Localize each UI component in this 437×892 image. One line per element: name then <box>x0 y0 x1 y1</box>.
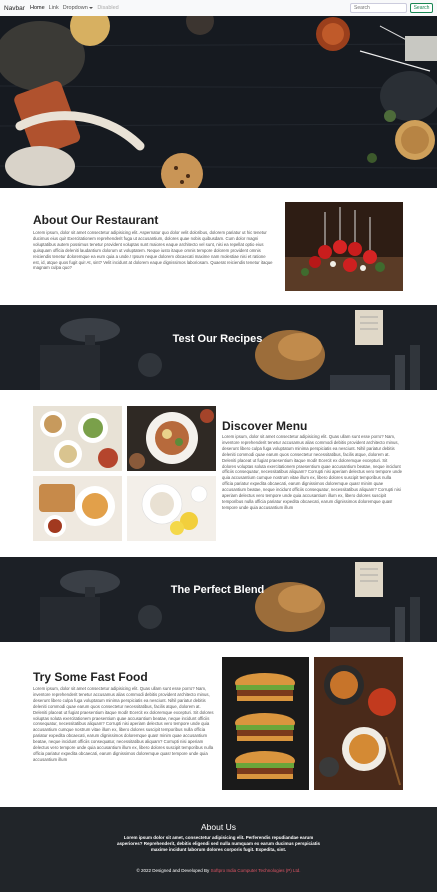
blend-banner: The Perfect Blend <box>0 557 437 642</box>
menu-image-plate <box>127 406 216 471</box>
menu-image-mezze <box>33 406 122 471</box>
about-text: Lorem ipsum, dolor sit amet consectetur … <box>33 230 273 271</box>
nav-link-link[interactable]: Link <box>49 5 59 11</box>
nav-dropdown-label: Dropdown <box>62 5 88 11</box>
navbar: Navbar Home Link Dropdown Disabled Searc… <box>0 0 437 16</box>
page: Navbar Home Link Dropdown Disabled Searc… <box>0 0 437 892</box>
menu-image-lemon <box>127 476 216 541</box>
search-input[interactable] <box>350 3 407 13</box>
recipes-banner: Test Our Recipes <box>0 305 437 390</box>
soup-bowls-image <box>314 657 403 790</box>
footer: About Us Lorem ipsum dolor sit amet, con… <box>0 807 437 892</box>
navbar-brand[interactable]: Navbar <box>4 5 25 12</box>
menu-image-pasta <box>33 476 122 541</box>
banner-title-blend: The Perfect Blend <box>170 584 265 596</box>
hero-image <box>0 16 437 188</box>
nav-link-home[interactable]: Home <box>30 5 45 11</box>
menu-text: Lorem ipsum, dolor sit amet consectetur … <box>222 434 403 510</box>
nav-link-disabled: Disabled <box>97 5 119 11</box>
copyright-text: © 2022 Designed and Developed By <box>136 868 210 873</box>
fastfood-title: Try Some Fast Food <box>33 670 148 684</box>
tomato-appetizer-image <box>285 202 403 291</box>
fastfood-text: Lorem ipsum, dolor sit amet consectetur … <box>33 686 214 762</box>
about-title: About Our Restaurant <box>33 213 159 227</box>
banner-title-recipes: Test Our Recipes <box>172 333 263 345</box>
burger-poster-image <box>222 657 309 790</box>
nav-dropdown[interactable]: Dropdown <box>63 5 94 11</box>
footer-text: Lorem ipsum dolor sit amet, consectetur … <box>116 835 321 852</box>
copyright: © 2022 Designed and Developed By Softpro… <box>114 868 324 874</box>
menu-title: Discover Menu <box>222 419 308 433</box>
footer-title: About Us <box>201 822 236 832</box>
company-link[interactable]: Softpro India Computer Technologies (P) … <box>211 868 301 873</box>
chevron-down-icon <box>89 6 94 9</box>
search-button[interactable]: Search <box>410 3 433 13</box>
